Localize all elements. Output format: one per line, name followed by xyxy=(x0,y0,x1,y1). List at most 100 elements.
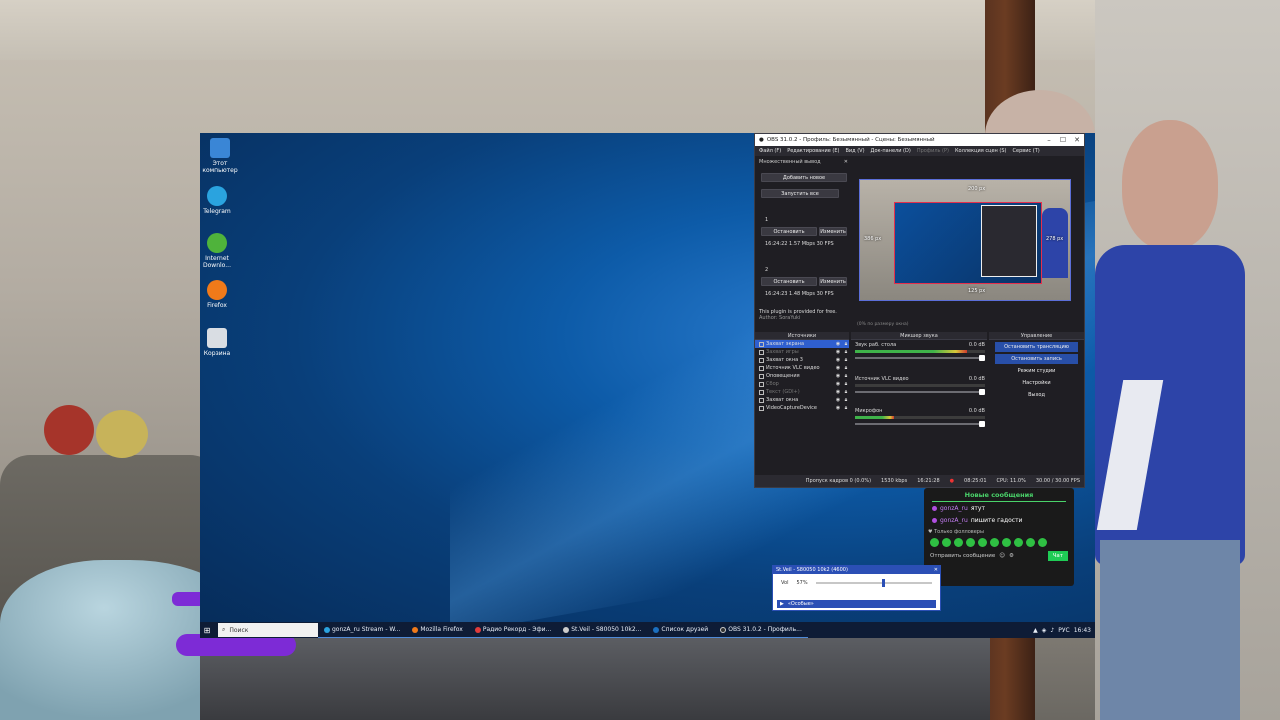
multi-output-dock-title: Множественный вывод ✕ xyxy=(759,159,848,165)
lock-icon[interactable]: 🔒︎ xyxy=(843,357,849,363)
lock-icon[interactable]: 🔒︎ xyxy=(843,365,849,371)
chevron-up-icon[interactable]: ▲ xyxy=(1033,627,1038,634)
play-icon[interactable]: ▶ xyxy=(780,601,784,607)
eye-icon[interactable]: ◉ xyxy=(835,397,841,403)
volume-slider[interactable] xyxy=(815,579,932,587)
player-icon xyxy=(563,626,570,633)
eye-icon[interactable]: ◉ xyxy=(835,341,841,347)
emote-icon[interactable] xyxy=(954,538,963,547)
close-icon[interactable]: ✕ xyxy=(1070,136,1084,144)
lock-icon[interactable]: 🔒︎ xyxy=(843,341,849,347)
source-item[interactable]: Оповещения ◉ 🔒︎ xyxy=(755,372,849,380)
emote-icon[interactable] xyxy=(1014,538,1023,547)
smiley-icon[interactable]: ☺ xyxy=(999,553,1005,559)
source-item[interactable]: Источник VLC видео ◉ 🔒︎ xyxy=(755,364,849,372)
eye-icon[interactable]: ◉ xyxy=(835,357,841,363)
clock[interactable]: 16:43 xyxy=(1074,627,1091,634)
close-icon[interactable]: ✕ xyxy=(844,159,848,165)
maximize-icon[interactable]: ☐ xyxy=(1056,136,1070,144)
emote-icon[interactable] xyxy=(942,538,951,547)
close-icon[interactable]: ✕ xyxy=(934,567,938,573)
emote-icon[interactable] xyxy=(930,538,939,547)
emote-icon[interactable] xyxy=(1038,538,1047,547)
exit-button[interactable]: Выход xyxy=(995,390,1078,400)
source-item[interactable]: VideoCaptureDevice ◉ 🔒︎ xyxy=(755,404,849,412)
volume-slider[interactable] xyxy=(855,389,985,395)
desktop-icon-telegram[interactable]: Telegram xyxy=(200,186,237,215)
taskbar-item[interactable]: gonzA_ru Stream - W... xyxy=(318,622,407,638)
menu-tools[interactable]: Сервис (T) xyxy=(1013,148,1040,154)
plush-toy-red xyxy=(44,405,94,455)
eye-icon[interactable]: ◉ xyxy=(835,365,841,371)
stop-streaming-button[interactable]: Остановить трансляцию xyxy=(995,342,1078,352)
taskbar-search[interactable]: ⌕ Поиск xyxy=(218,623,318,637)
source-item[interactable]: Захват окна ◉ 🔒︎ xyxy=(755,396,849,404)
emote-icon[interactable] xyxy=(1002,538,1011,547)
edit-target-button[interactable]: Изменить xyxy=(819,277,847,286)
windows-start-button[interactable]: ⊞ xyxy=(200,622,214,638)
lock-icon[interactable]: 🔒︎ xyxy=(843,389,849,395)
taskbar-item[interactable]: Список друзей xyxy=(647,622,715,638)
menu-file[interactable]: Файл (F) xyxy=(759,148,781,154)
menu-edit[interactable]: Редактирование (E) xyxy=(787,148,839,154)
eye-icon[interactable]: ◉ xyxy=(835,373,841,379)
eye-icon[interactable]: ◉ xyxy=(835,389,841,395)
chat-input[interactable]: Отправить сообщение xyxy=(930,553,995,559)
source-item[interactable]: Захват игры ◉ 🔒︎ xyxy=(755,348,849,356)
source-item[interactable]: Захват экрана ◉ 🔒︎ xyxy=(755,340,849,348)
chat-username[interactable]: gonzA_ru xyxy=(940,505,968,512)
taskbar-item[interactable]: Радио Рекорд - Эфи... xyxy=(468,622,558,638)
taskbar-item[interactable]: Mozilla Firefox xyxy=(406,622,469,638)
language-indicator[interactable]: РУС xyxy=(1058,627,1069,634)
stop-target-button[interactable]: Остановить xyxy=(761,277,817,286)
chat-send-button[interactable]: Чат xyxy=(1047,551,1068,561)
preview-label-top: 200 px xyxy=(968,186,986,192)
emote-icon[interactable] xyxy=(1026,538,1035,547)
emote-icon[interactable] xyxy=(978,538,987,547)
volume-slider[interactable] xyxy=(855,421,985,427)
gear-icon[interactable]: ⚙ xyxy=(1009,553,1014,559)
lock-icon[interactable]: 🔒︎ xyxy=(843,381,849,387)
chat-filter: ♥ Только фолловеры xyxy=(928,529,984,535)
emote-icon[interactable] xyxy=(990,538,999,547)
menu-view[interactable]: Вид (V) xyxy=(845,148,864,154)
eye-icon[interactable]: ◉ xyxy=(835,405,841,411)
desktop-icon-firefox[interactable]: Firefox xyxy=(200,280,237,309)
ceiling xyxy=(0,0,1280,60)
settings-button[interactable]: Настройки xyxy=(995,378,1078,388)
chat-username[interactable]: gonzA_ru xyxy=(940,517,968,524)
source-item[interactable]: Текст (GDI+) ◉ 🔒︎ xyxy=(755,388,849,396)
menu-docks[interactable]: Док-панели (D) xyxy=(871,148,911,154)
minimize-icon[interactable]: – xyxy=(1042,136,1056,144)
network-icon[interactable]: ◈ xyxy=(1042,627,1047,634)
edit-target-button[interactable]: Изменить xyxy=(819,227,847,236)
stop-target-button[interactable]: Остановить xyxy=(761,227,817,236)
slider-handle[interactable] xyxy=(881,579,885,587)
add-new-target-button[interactable]: Добавить новое xyxy=(761,173,847,182)
emote-icon[interactable] xyxy=(966,538,975,547)
desktop-icon-this-pc[interactable]: Этот компьютер xyxy=(200,138,240,174)
desktop-icon-recycle-bin[interactable]: Корзина xyxy=(200,328,237,357)
menu-scene-collection[interactable]: Коллекция сцен (S) xyxy=(955,148,1007,154)
lock-icon[interactable]: 🔒︎ xyxy=(843,397,849,403)
lock-icon[interactable]: 🔒︎ xyxy=(843,405,849,411)
source-item[interactable]: Сбор ◉ 🔒︎ xyxy=(755,380,849,388)
slider-handle[interactable] xyxy=(979,389,985,395)
source-item[interactable]: Захват окна 3 ◉ 🔒︎ xyxy=(755,356,849,364)
lock-icon[interactable]: 🔒︎ xyxy=(843,349,849,355)
eye-icon[interactable]: ◉ xyxy=(835,381,841,387)
desktop-icon-idm[interactable]: Internet Downlo... xyxy=(200,233,237,269)
slider-handle[interactable] xyxy=(979,355,985,361)
taskbar-item[interactable]: OBS 31.0.2 - Профиль... xyxy=(714,622,808,638)
eye-icon[interactable]: ◉ xyxy=(835,349,841,355)
volume-icon[interactable]: ♪ xyxy=(1050,627,1054,634)
menu-profile[interactable]: Профиль (P) xyxy=(917,148,949,154)
start-all-button[interactable]: Запустить все xyxy=(761,189,839,198)
slider-handle[interactable] xyxy=(979,421,985,427)
studio-mode-button[interactable]: Режим студии xyxy=(995,366,1078,376)
taskbar-item[interactable]: St.Veil - S80050 10k2... xyxy=(557,622,648,638)
obs-preview[interactable]: 200 px 386 px 278 px 125 px xyxy=(859,179,1071,301)
lock-icon[interactable]: 🔒︎ xyxy=(843,373,849,379)
stop-recording-button[interactable]: Остановить запись xyxy=(995,354,1078,364)
volume-slider[interactable] xyxy=(855,355,985,361)
